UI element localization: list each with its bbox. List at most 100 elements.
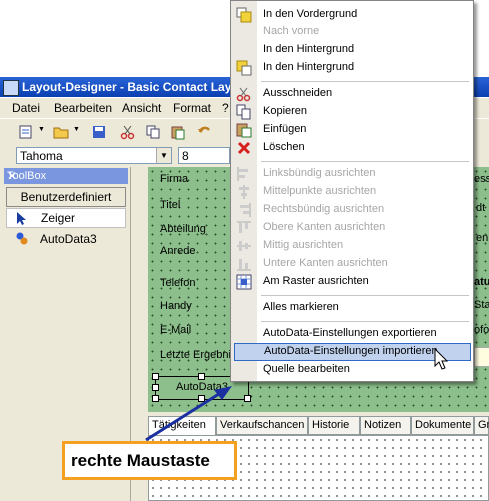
align-left-icon — [237, 167, 248, 181]
menu-item-label: AutoData-Einstellungen importieren — [264, 345, 438, 357]
undo-icon[interactable] — [197, 124, 213, 140]
align-center-icon — [239, 185, 249, 199]
menu-ansicht[interactable]: Ansicht — [122, 101, 161, 115]
save-icon[interactable] — [91, 124, 107, 140]
menu-item-mittig[interactable]: Mittig ausrichten — [231, 237, 473, 255]
menu-item-label: Mittig ausrichten — [263, 239, 344, 251]
menu-item-mittelpunkte[interactable]: Mittelpunkte ausrichten — [231, 183, 473, 201]
menu-item-linksbuendig[interactable]: Linksbündig ausrichten — [231, 165, 473, 183]
menu-item-label: Alles markieren — [263, 301, 339, 313]
field-fragment: dt — [476, 202, 486, 214]
tab-notizen[interactable]: Notizen — [360, 416, 411, 435]
close-icon[interactable]: ✕ — [7, 168, 125, 184]
cut-icon[interactable] — [120, 124, 136, 140]
tab-historie[interactable]: Historie — [308, 416, 360, 435]
chevron-down-icon[interactable]: ▼ — [156, 148, 171, 163]
app-icon — [3, 80, 19, 96]
menu-help[interactable]: ? — [222, 101, 229, 115]
menu-item-label: Quelle bearbeiten — [263, 363, 350, 375]
field-fragment-box — [474, 347, 489, 367]
menu-item-rechtsbuendig[interactable]: Rechtsbündig ausrichten — [231, 201, 473, 219]
delete-icon — [237, 141, 251, 155]
menu-item-am-raster[interactable]: Am Raster ausrichten — [231, 273, 473, 291]
resize-handle[interactable] — [244, 395, 251, 402]
field-label-handy[interactable]: Handy — [160, 300, 192, 312]
window-title: Layout-Designer - Basic Contact Layo — [22, 80, 239, 94]
tool-pointer[interactable]: Zeiger — [6, 208, 126, 228]
align-top-icon — [237, 221, 251, 233]
menu-item-einfuegen[interactable]: Einfügen — [231, 121, 473, 139]
mouse-cursor-icon — [434, 348, 449, 370]
align-middle-icon — [237, 241, 251, 251]
paste-icon[interactable] — [170, 124, 186, 140]
menu-separator — [261, 321, 469, 322]
benutzerdefiniert-button[interactable]: Benutzerdefiniert — [6, 187, 126, 207]
field-label-telefon[interactable]: Telefon — [160, 277, 195, 289]
menu-item-label: Nach vorne — [263, 25, 320, 37]
menu-item-label: In den Hintergrund — [263, 61, 355, 73]
field-fragment: atu — [474, 276, 489, 288]
menu-item-label: Obere Kanten ausrichten — [263, 221, 386, 233]
menu-item-untere-kanten[interactable]: Untere Kanten ausrichten — [231, 255, 473, 273]
menu-item-label: Löschen — [263, 141, 305, 153]
field-fragment: ofo — [474, 324, 489, 336]
align-bottom-icon — [237, 259, 251, 271]
context-menu: In den Vordergrund Nach vorne In den Hin… — [230, 0, 474, 382]
field-fragment: Sta — [474, 299, 489, 311]
copy-icon — [236, 104, 251, 120]
font-family-value: Tahoma — [20, 149, 63, 163]
field-label-titel[interactable]: Titel — [160, 199, 180, 211]
copy-icon[interactable] — [145, 124, 161, 140]
menu-item-label: Untere Kanten ausrichten — [263, 257, 388, 269]
field-label-firma[interactable]: Firma — [160, 173, 188, 185]
menu-item-in-den-hintergrund[interactable]: In den Hintergrund — [231, 41, 473, 59]
font-size-combo[interactable]: 8 — [178, 147, 230, 164]
field-label-abteilung[interactable]: Abteilung — [160, 223, 206, 235]
field-fragment: en — [476, 232, 489, 244]
menu-item-label: Einfügen — [263, 123, 307, 135]
menu-separator — [261, 295, 469, 296]
menu-item-label: Linksbündig ausrichten — [263, 167, 376, 179]
toolbox-header: ToolBox ✕ — [4, 168, 128, 184]
pointer-icon — [17, 212, 26, 225]
menu-item-alles-markieren[interactable]: Alles markieren — [231, 299, 473, 317]
tab-dokumente[interactable]: Dokumente — [411, 416, 474, 435]
new-layout-icon[interactable] — [18, 124, 34, 140]
bring-front-icon — [236, 7, 252, 23]
font-family-combo[interactable]: Tahoma ▼ — [16, 147, 172, 164]
menu-format[interactable]: Format — [173, 101, 211, 115]
tool-autodata3[interactable]: AutoData3 — [6, 229, 126, 249]
paste-icon — [236, 123, 252, 138]
field-label-email[interactable]: E-Mail — [160, 324, 191, 336]
menu-item-kopieren[interactable]: Kopieren — [231, 103, 473, 121]
menu-separator — [261, 81, 469, 82]
send-back-icon — [236, 60, 252, 76]
menu-item-in-den-vordergrund[interactable]: In den Vordergrund — [231, 6, 473, 24]
menu-item-in-den-hintergrund-2[interactable]: In den Hintergrund — [231, 59, 473, 77]
menu-item-label: Mittelpunkte ausrichten — [263, 185, 377, 197]
menu-item-ausschneiden[interactable]: Ausschneiden — [231, 85, 473, 103]
field-label-anrede[interactable]: Anrede — [160, 245, 195, 257]
field-label-letzte-ergebnisse[interactable]: Letzte Ergebni — [160, 349, 231, 361]
open-folder-icon[interactable] — [53, 124, 69, 140]
menu-item-label: Am Raster ausrichten — [263, 275, 369, 287]
tab-gr[interactable]: Gr — [474, 416, 489, 435]
cut-icon — [236, 87, 251, 102]
callout-label: rechte Maustaste — [62, 441, 237, 480]
tool-autodata3-label: AutoData3 — [40, 232, 97, 246]
menu-item-nach-vorne[interactable]: Nach vorne — [231, 23, 473, 41]
menu-item-loeschen[interactable]: Löschen — [231, 139, 473, 157]
menu-item-label: In den Hintergrund — [263, 43, 355, 55]
menu-item-autodata-exportieren[interactable]: AutoData-Einstellungen exportieren — [231, 325, 473, 343]
menu-datei[interactable]: Datei — [12, 101, 40, 115]
chevron-down-icon[interactable]: ▼ — [73, 126, 80, 133]
chevron-down-icon[interactable]: ▼ — [38, 126, 45, 133]
autodata-icon — [16, 232, 28, 245]
menu-bearbeiten[interactable]: Bearbeiten — [54, 101, 112, 115]
callout-arrow-icon — [145, 386, 232, 442]
menu-item-obere-kanten[interactable]: Obere Kanten ausrichten — [231, 219, 473, 237]
menu-item-label: Kopieren — [263, 105, 308, 117]
font-size-value: 8 — [182, 149, 189, 163]
field-fragment: ess — [474, 173, 489, 185]
menu-item-label: In den Vordergrund — [263, 8, 358, 20]
